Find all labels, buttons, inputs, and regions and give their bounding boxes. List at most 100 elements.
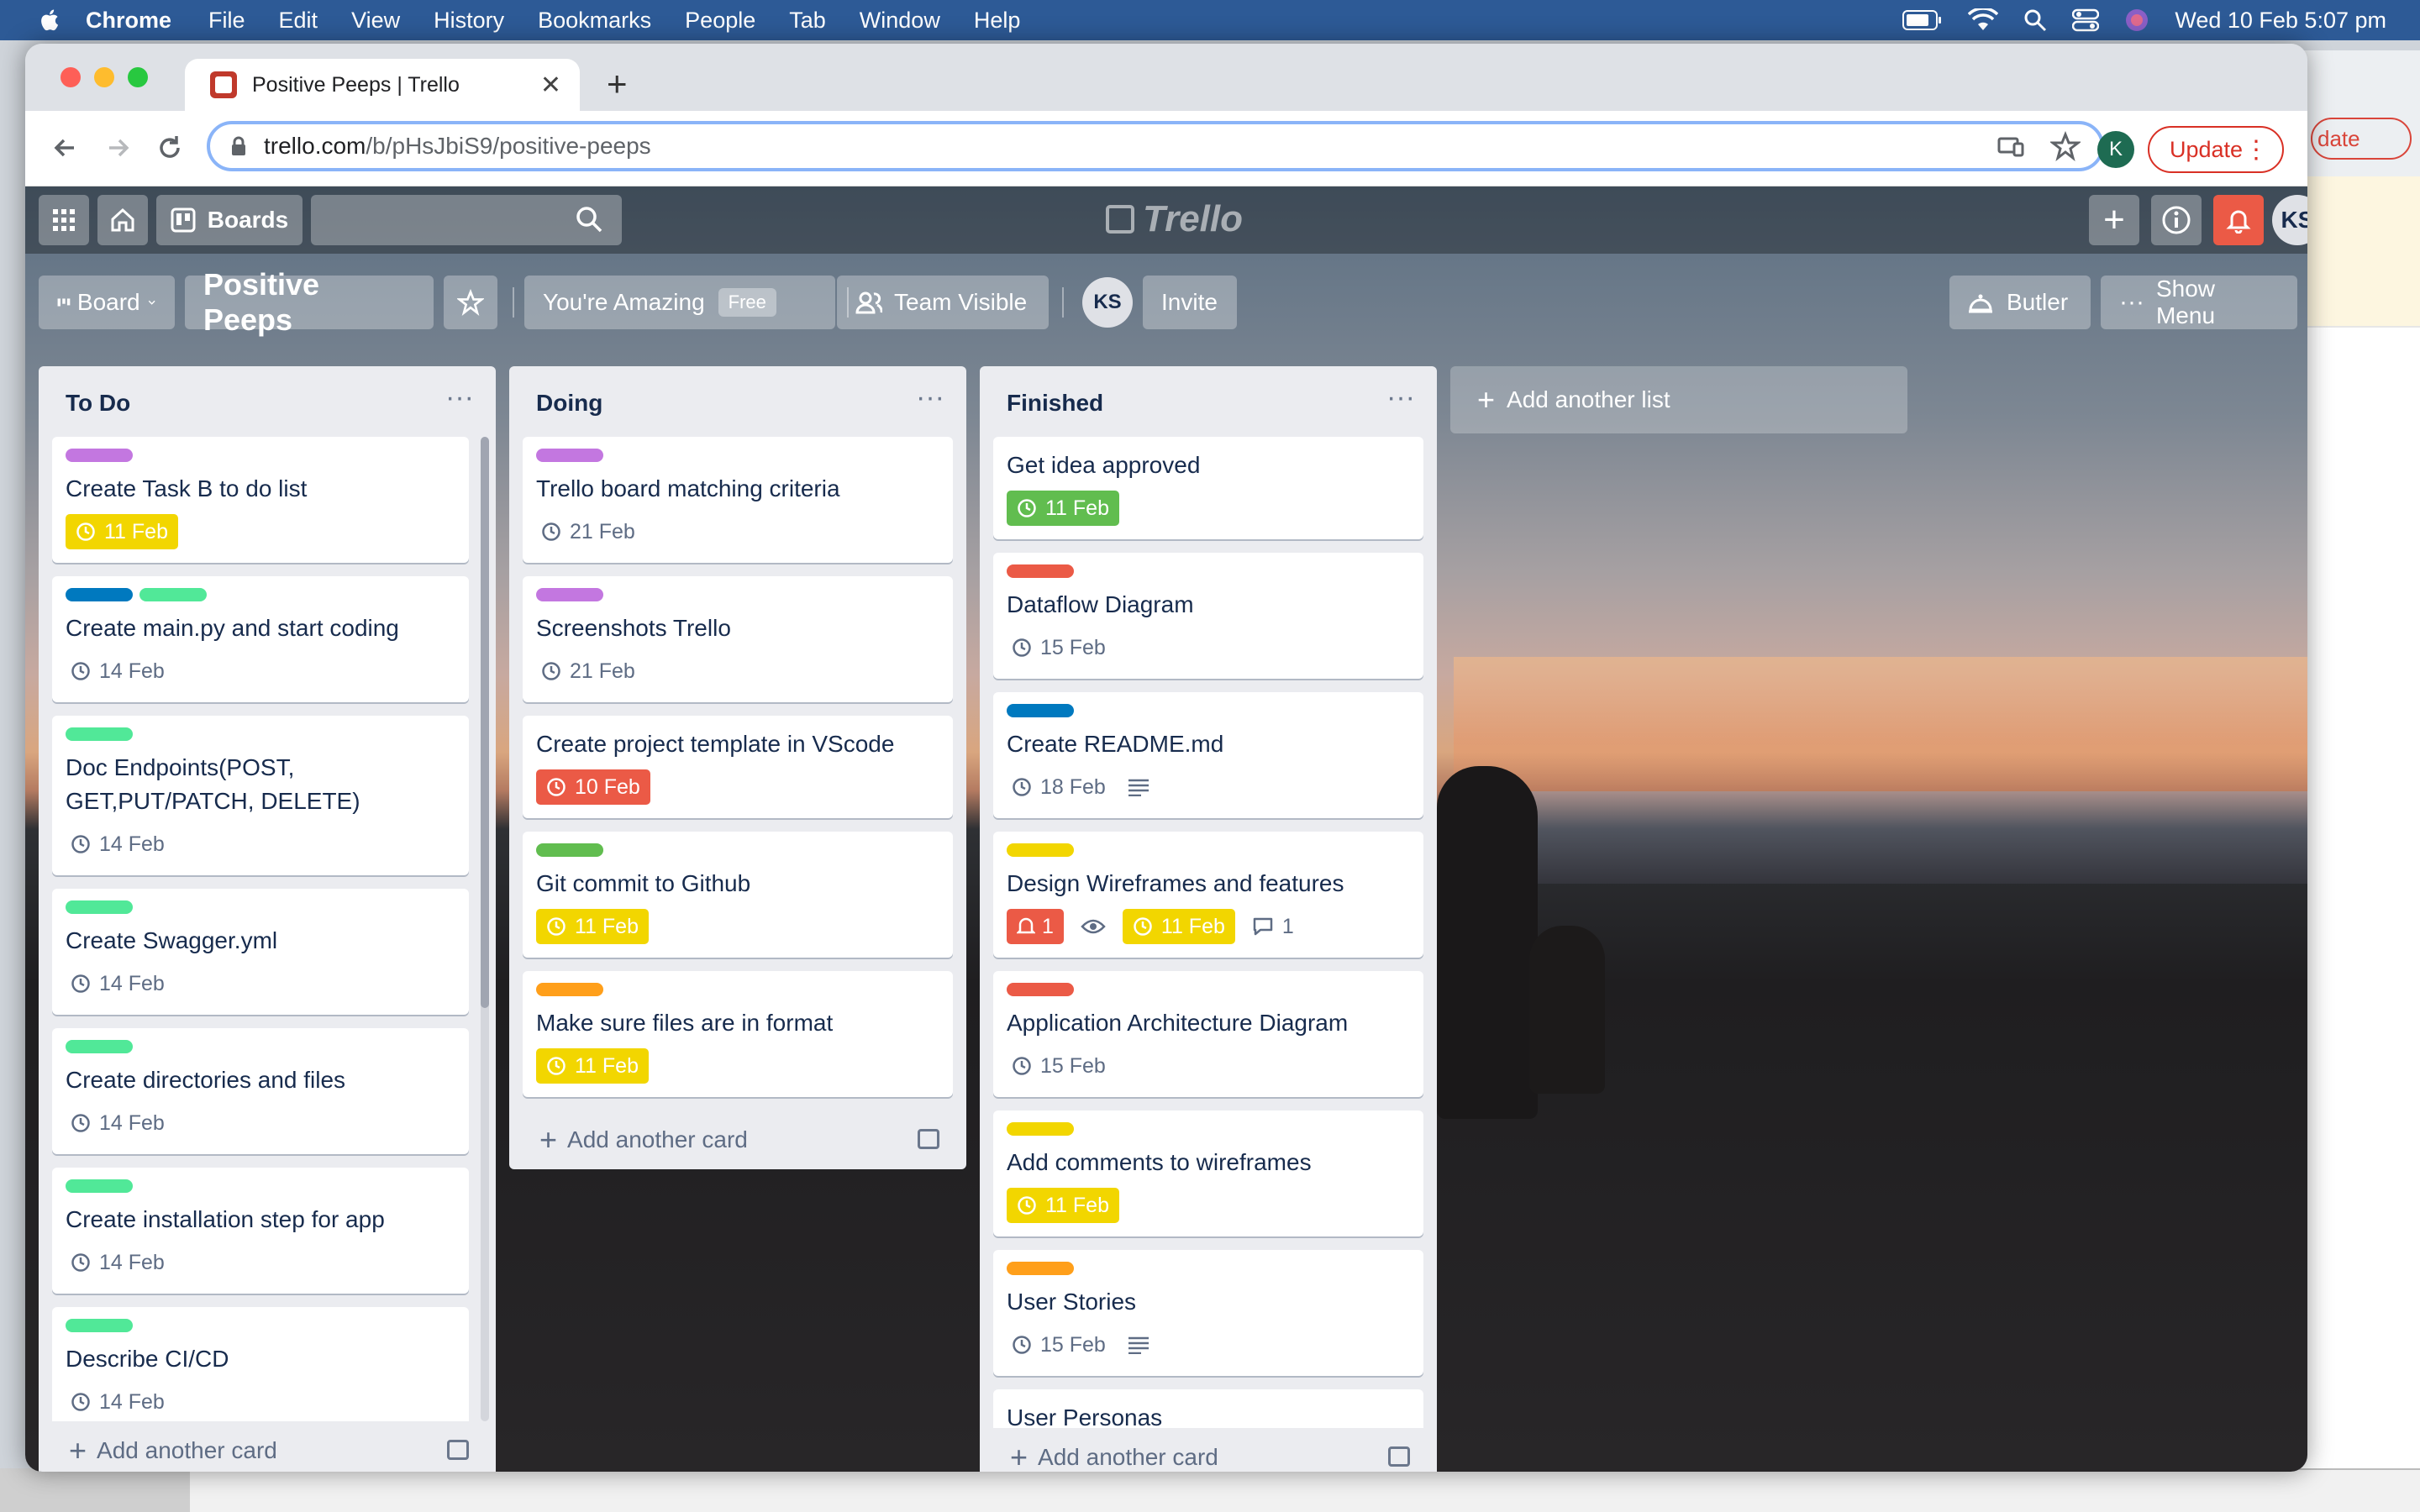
due-date-badge[interactable]: 11 Feb [1007,1188,1119,1223]
card[interactable]: Dataflow Diagram 15 Feb [993,553,1423,679]
background-update-button[interactable]: date [2311,118,2412,160]
card[interactable]: Screenshots Trello 21 Feb [523,576,953,702]
list-menu-icon[interactable]: ··· [445,381,474,414]
team-button[interactable]: You're Amazing Free [524,276,835,329]
due-date-badge[interactable]: 14 Feb [66,1105,170,1141]
list-title[interactable]: Doing [536,390,602,416]
due-date-badge[interactable]: 14 Feb [66,827,170,862]
trello-search-input[interactable] [311,195,622,245]
spotlight-search-icon[interactable] [2023,8,2047,32]
close-tab-icon[interactable]: ✕ [540,71,561,100]
notification-badge[interactable]: 1 [1007,909,1064,944]
menu-tab[interactable]: Tab [789,8,826,34]
lock-icon[interactable] [230,136,247,156]
card-template-icon[interactable] [918,1129,939,1149]
visibility-button[interactable]: Team Visible [837,276,1049,329]
menu-file[interactable]: File [208,8,245,34]
card[interactable]: Create Swagger.yml 14 Feb [52,889,469,1015]
card[interactable]: Describe CI/CD 14 Feb [52,1307,469,1421]
list-title[interactable]: Finished [1007,390,1103,416]
board-title[interactable]: Positive Peeps [185,267,434,337]
member-avatar[interactable]: KS [2272,195,2307,245]
due-date-badge[interactable]: 18 Feb [1007,769,1111,805]
card[interactable]: Create installation step for app 14 Feb [52,1168,469,1294]
card[interactable]: Trello board matching criteria 21 Feb [523,437,953,563]
board-view-switcher[interactable]: Board [39,276,175,329]
siri-icon[interactable] [2124,8,2149,33]
notifications-button[interactable] [2213,195,2264,245]
minimize-window-button[interactable] [94,67,114,87]
card[interactable]: Application Architecture Diagram 15 Feb [993,971,1423,1097]
card[interactable]: Git commit to Github 11 Feb [523,832,953,958]
list-header[interactable]: Finished ··· [980,366,1437,437]
menu-app-chrome[interactable]: Chrome [86,8,171,34]
due-date-badge[interactable]: 14 Feb [66,1245,170,1280]
due-date-badge[interactable]: 21 Feb [536,654,640,689]
due-date-badge[interactable]: 11 Feb [536,1048,649,1084]
list-menu-icon[interactable]: ··· [916,381,944,414]
add-card-button[interactable]: + Add another card [980,1428,1437,1472]
add-card-button[interactable]: + Add another card [39,1421,496,1472]
menu-help[interactable]: Help [974,8,1021,34]
menu-edit[interactable]: Edit [279,8,318,34]
due-date-badge[interactable]: 11 Feb [536,909,649,944]
apple-icon[interactable] [37,7,64,34]
card[interactable]: Make sure files are in format 11 Feb [523,971,953,1097]
cast-icon[interactable] [1996,133,2025,161]
list-title[interactable]: To Do [66,390,130,416]
more-vert-icon[interactable]: ⋮ [2244,135,2269,165]
card-template-icon[interactable] [447,1440,469,1460]
due-date-badge[interactable]: 11 Feb [66,514,178,549]
apps-button[interactable] [39,195,89,245]
profile-avatar[interactable]: K [2097,131,2134,168]
due-date-badge[interactable]: 21 Feb [536,514,640,549]
show-menu-button[interactable]: ··· Show Menu [2101,276,2297,329]
close-window-button[interactable] [60,67,81,87]
due-date-badge[interactable]: 14 Feb [66,966,170,1001]
due-date-badge[interactable]: 14 Feb [66,654,170,689]
add-card-button[interactable]: + Add another card [509,1110,966,1169]
menu-view[interactable]: View [351,8,400,34]
create-button[interactable]: + [2089,195,2139,245]
card[interactable]: User Stories 15 Feb [993,1250,1423,1376]
star-board-button[interactable] [444,276,497,329]
invite-button[interactable]: Invite [1143,276,1237,329]
wifi-icon[interactable] [1968,8,1999,32]
update-button[interactable]: Update ⋮ [2148,126,2284,173]
card[interactable]: Get idea approved 11 Feb [993,437,1423,539]
trello-logo[interactable]: Trello [1106,198,1243,240]
card[interactable]: Create README.md 18 Feb [993,692,1423,818]
reload-icon[interactable] [153,131,187,165]
card[interactable]: User Personas [993,1389,1423,1428]
due-date-badge[interactable]: 11 Feb [1007,491,1119,526]
clock[interactable]: Wed 10 Feb 5:07 pm [2175,8,2386,34]
card[interactable]: Add comments to wireframes 11 Feb [993,1110,1423,1236]
info-button[interactable] [2151,195,2202,245]
address-bar[interactable]: trello.com/b/pHsJbiS9/positive-peeps [207,121,2104,171]
card[interactable]: Create project template in VScode 10 Feb [523,716,953,818]
menu-history[interactable]: History [434,8,504,34]
butler-button[interactable]: Butler [1949,276,2091,329]
list-menu-icon[interactable]: ··· [1386,381,1415,414]
add-list-button[interactable]: + Add another list [1450,366,1907,433]
menu-people[interactable]: People [685,8,755,34]
boards-button[interactable]: Boards [156,195,302,245]
browser-tab[interactable]: Positive Peeps | Trello ✕ [185,59,580,111]
due-date-badge[interactable]: 10 Feb [536,769,650,805]
card[interactable]: Design Wireframes and features 1 11 Feb … [993,832,1423,958]
card[interactable]: Doc Endpoints(POST, GET,PUT/PATCH, DELET… [52,716,469,875]
due-date-badge[interactable]: 15 Feb [1007,1048,1111,1084]
due-date-badge[interactable]: 14 Feb [66,1384,170,1420]
battery-icon[interactable] [1902,9,1943,31]
board-member-avatar[interactable]: KS [1082,277,1133,328]
menu-window[interactable]: Window [860,8,940,34]
zoom-window-button[interactable] [128,67,148,87]
card-template-icon[interactable] [1388,1446,1410,1467]
home-button[interactable] [97,195,148,245]
list-header[interactable]: To Do ··· [39,366,496,437]
due-date-badge[interactable]: 15 Feb [1007,630,1111,665]
bookmark-star-icon[interactable] [2050,131,2081,161]
card[interactable]: Create directories and files 14 Feb [52,1028,469,1154]
due-date-badge[interactable]: 11 Feb [1122,909,1235,944]
card[interactable]: Create main.py and start coding 14 Feb [52,576,469,702]
